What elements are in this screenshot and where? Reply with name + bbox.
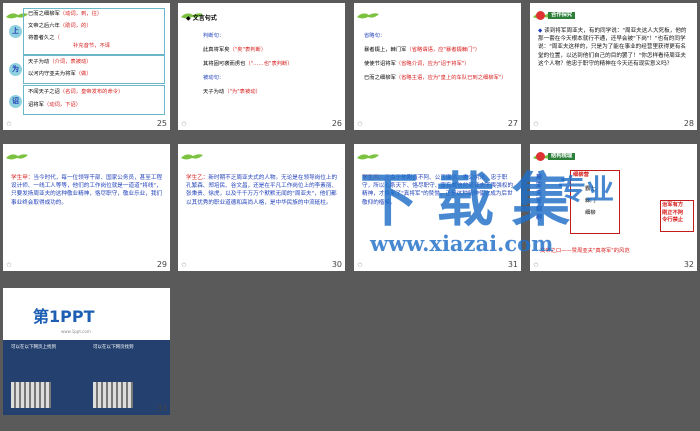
- qr-code-icon: [11, 382, 51, 408]
- slide-number: 31: [507, 260, 518, 269]
- text-line: 已而之细柳军: [28, 11, 60, 17]
- slide-thumbnail-30[interactable]: 学生乙：新时期不乏周亚夫式的人物。无论是在领导岗位上的孔繁森、郑培民、谷文昌，还…: [178, 144, 345, 271]
- text-line: 天子为动: [28, 59, 50, 65]
- note: （动词，到，往）: [59, 11, 103, 17]
- leaf-decoration-icon: [5, 146, 29, 160]
- text-line: 暴者辍上，棘门军: [364, 47, 407, 53]
- star-icon: ✩: [357, 120, 363, 128]
- star-icon: ✩: [357, 261, 363, 269]
- note: （助词，的）: [59, 23, 92, 29]
- section-badge: 合作探究: [548, 12, 576, 19]
- watermark-text: 下载集: [360, 166, 589, 234]
- note: （做）: [75, 71, 92, 77]
- question-body: 读到将军周亚夫，有的同学说："周亚夫这人大死板，他的那一套在今天根本就行不通，还…: [538, 28, 687, 67]
- qr-code-icon: [93, 382, 133, 408]
- slide-thumbnail-26[interactable]: ◆ 文言句式 判断句： 此真将军矣（"矣"表判断） 其将固可袭而虏也（"……也"…: [178, 3, 345, 130]
- text-line: 不闻天子之诏: [28, 89, 60, 95]
- section-label: 判断句：: [203, 33, 225, 39]
- star-icon: ✩: [181, 261, 187, 269]
- star-icon: ✩: [6, 261, 12, 269]
- paragraph-body: 当今时代，每一位领导干部、国家公务员，甚至工程设计师、一线工人等等，他们的工作岗…: [11, 175, 163, 206]
- text-line: 使使节诏将军: [364, 61, 396, 67]
- site-url: www.1ppt.com: [61, 329, 91, 334]
- text-line: 诏将军: [28, 102, 44, 108]
- slide-thumbnail-27[interactable]: 省略句： 暴者辍上，棘门军（省略谓语，应"暴者辍棘门"） 使使节诏将军（省略介词…: [354, 3, 521, 130]
- text-line: 将善者久之: [28, 35, 55, 41]
- note: （省略介词，应为"诏于将军"）: [395, 61, 470, 67]
- slide-number: 29: [156, 260, 167, 269]
- note: （"……也"表判断）: [245, 61, 293, 67]
- section-badge: 结构梳理: [548, 153, 576, 160]
- slide-number: 33: [156, 404, 167, 413]
- note: （名词，皇帝发布的命令）: [59, 89, 124, 95]
- leaf-decoration-icon: [180, 5, 204, 19]
- text-line: 已而之细柳军: [364, 75, 396, 81]
- slide-number: 27: [507, 119, 518, 128]
- summary-text: 治军有方 刚正不阿 令行禁止: [662, 202, 684, 223]
- leaf-decoration-icon: [180, 146, 204, 160]
- slide-number: 32: [683, 260, 694, 269]
- speaker-label: 学生甲：: [11, 175, 34, 181]
- paragraph: 学生甲：当今时代，每一位领导干部、国家公务员，甚至工程设计师、一线工人等等，他们…: [11, 174, 163, 207]
- slide-number: 26: [331, 119, 342, 128]
- section-label: 被动句：: [203, 75, 225, 81]
- panel-heading: 可以在以下网页找到: [93, 345, 134, 350]
- text-line: 其将固可袭而虏也: [203, 61, 246, 67]
- target-icon: [536, 152, 545, 161]
- char-circle: 上: [9, 25, 22, 38]
- slide-title: 文言句式: [192, 15, 217, 22]
- note: （省略主语，应为"皇上的车队已到之细柳军"）: [395, 75, 507, 81]
- star-icon: ✩: [533, 261, 539, 269]
- leaf-decoration-icon: [356, 146, 380, 160]
- slide-number: 25: [156, 119, 167, 128]
- text-line: 天子为动: [203, 89, 225, 95]
- leaf-decoration-icon: [356, 5, 380, 19]
- star-icon: ✩: [6, 120, 12, 128]
- char-circle: 诏: [9, 95, 22, 108]
- slide-thumbnail-29[interactable]: 学生甲：当今时代，每一位领导干部、国家公务员，甚至工程设计师、一线工人等等，他们…: [3, 144, 170, 271]
- note: （省略谓语，应"暴者辍棘门"）: [406, 47, 481, 53]
- note: （"矣"表判断）: [229, 47, 267, 53]
- char-circle: 为: [9, 63, 22, 76]
- paragraph: 学生乙：新时期不乏周亚夫式的人物。无论是在领导岗位上的孔繁森、郑培民、谷文昌，还…: [186, 174, 338, 207]
- slide-thumbnail-33[interactable]: 第1PPT www.1ppt.com 可以在以下网页上找到 可以在以下网页找到 …: [3, 288, 170, 415]
- text-line: 此真将军矣: [203, 47, 230, 53]
- note: （: [54, 35, 60, 41]
- star-icon: ✩: [181, 120, 187, 128]
- slide-number: 30: [331, 260, 342, 269]
- target-icon: [536, 11, 545, 20]
- star-icon: ✩: [533, 120, 539, 128]
- watermark-side: 专业: [558, 173, 615, 206]
- text-line: 文帝之后六年: [28, 23, 60, 29]
- paragraph-body: 新时期不乏周亚夫式的人物。无论是在领导岗位上的孔繁森、郑培民、谷文昌，还是在平凡…: [186, 175, 338, 206]
- watermark-url: www.xiazai.com: [370, 231, 554, 256]
- slide-thumbnail-25[interactable]: 上 已而之细柳军（动词，到，往） 文帝之后六年（助词，的） 将善者久之（ 补充音…: [3, 3, 170, 130]
- diamond-bullet-icon: ◆: [186, 15, 193, 22]
- section-label: 省略句：: [364, 33, 386, 39]
- slide-number: 28: [683, 119, 694, 128]
- site-logo: 第1PPT: [33, 307, 95, 326]
- text-line: 以河内守亚夫为将军: [28, 71, 76, 77]
- note: （动词，下诏）: [43, 102, 81, 108]
- note: （"为"表被动）: [224, 89, 261, 95]
- question-text: ◆ 读到将军周亚夫，有的同学说："周亚夫这人大死板，他的那一套在今天根本就行不通…: [538, 27, 690, 68]
- diagram-item: 文帝之口——赞周亚夫"真将军"的风范: [540, 248, 630, 254]
- note: 补充音节，不译: [73, 43, 111, 49]
- slide-thumbnail-28[interactable]: 合作探究 ◆ 读到将军周亚夫，有的同学说："周亚夫这人大死板，他的那一套在今天根…: [530, 3, 697, 130]
- speaker-label: 学生乙：: [186, 175, 209, 181]
- note: （介词，表被动）: [49, 59, 92, 65]
- panel-heading: 可以在以下网页上找到: [11, 345, 56, 350]
